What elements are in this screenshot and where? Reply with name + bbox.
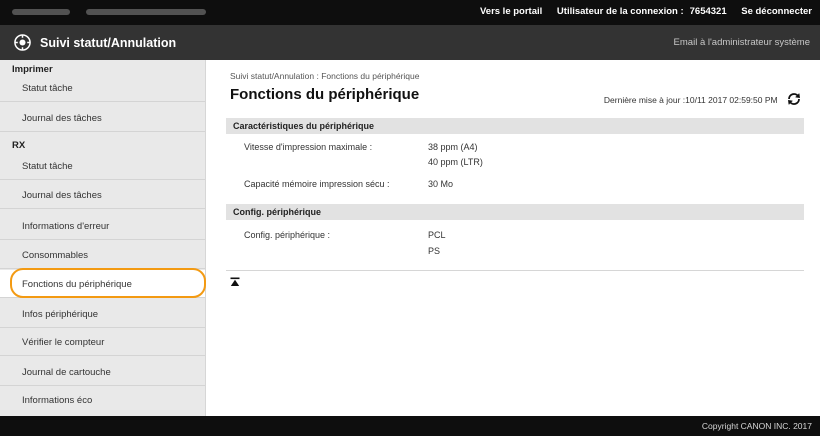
sidebar: Imprimer Statut tâche Journal des tâches… bbox=[0, 60, 206, 416]
top-links: Vers le portail Utilisateur de la connex… bbox=[468, 6, 812, 17]
sidebar-item-device-info[interactable]: Infos périphérique bbox=[0, 300, 205, 328]
section-device-characteristics: Caractéristiques du périphérique bbox=[226, 118, 804, 134]
max-print-speed-a4: 38 ppm (A4) bbox=[428, 142, 478, 152]
page-header-title: Suivi statut/Annulation bbox=[40, 36, 177, 50]
last-update-text: Dernière mise à jour :10/11 2017 02:59:5… bbox=[603, 95, 778, 105]
sidebar-heading-rx: RX bbox=[12, 140, 26, 151]
status-monitor-icon bbox=[14, 34, 31, 51]
divider bbox=[226, 270, 804, 271]
section-heading: Caractéristiques du périphérique bbox=[233, 121, 375, 131]
device-config-label: Config. périphérique : bbox=[244, 230, 331, 240]
email-admin-link[interactable]: Email à l'administrateur système bbox=[674, 37, 810, 48]
sidebar-item-label: Journal de cartouche bbox=[22, 367, 111, 378]
copyright: Copyright CANON INC. 2017 bbox=[701, 421, 812, 431]
blurred-logo bbox=[12, 9, 70, 15]
breadcrumb: Suivi statut/Annulation : Fonctions du p… bbox=[230, 71, 420, 81]
sidebar-item-label: Journal des tâches bbox=[22, 113, 102, 124]
secure-print-memory-label: Capacité mémoire impression sécu : bbox=[244, 179, 390, 189]
sidebar-item-error-info[interactable]: Informations d'erreur bbox=[0, 212, 205, 240]
device-config-pcl: PCL bbox=[428, 230, 446, 240]
sidebar-item-rx-job-log[interactable]: Journal des tâches bbox=[0, 181, 205, 209]
sidebar-item-check-counter[interactable]: Vérifier le compteur bbox=[0, 328, 205, 356]
sidebar-item-rx-job-status[interactable]: Statut tâche bbox=[0, 152, 205, 180]
sidebar-item-print-job-log[interactable]: Journal des tâches bbox=[0, 104, 205, 132]
sidebar-item-cartridge-log[interactable]: Journal de cartouche bbox=[0, 358, 205, 386]
max-print-speed-ltr: 40 ppm (LTR) bbox=[428, 157, 483, 167]
sidebar-item-print-job-status[interactable]: Statut tâche bbox=[0, 74, 205, 102]
section-device-config: Config. périphérique bbox=[226, 204, 804, 220]
sidebar-item-label: Informations éco bbox=[22, 395, 93, 406]
login-user-label: Utilisateur de la connexion : bbox=[556, 6, 684, 17]
logout-link[interactable]: Se déconnecter bbox=[741, 6, 812, 17]
sidebar-item-label: Vérifier le compteur bbox=[22, 337, 105, 348]
secure-print-memory-value: 30 Mo bbox=[428, 179, 454, 189]
page-title: Fonctions du périphérique bbox=[230, 86, 420, 103]
sidebar-item-eco-info[interactable]: Informations éco bbox=[0, 386, 205, 414]
main-content: Suivi statut/Annulation : Fonctions du p… bbox=[206, 60, 820, 416]
back-to-top-icon[interactable] bbox=[230, 277, 240, 287]
last-update: Dernière mise à jour :10/11 2017 02:59:5… bbox=[604, 93, 802, 105]
sidebar-item-label: Infos périphérique bbox=[22, 309, 99, 320]
max-print-speed-label: Vitesse d'impression maximale : bbox=[244, 142, 373, 152]
portal-link[interactable]: Vers le portail bbox=[480, 6, 542, 17]
sidebar-item-label: Informations d'erreur bbox=[22, 221, 110, 232]
sidebar-item-consumables[interactable]: Consommables bbox=[0, 241, 205, 269]
blurred-product-name bbox=[86, 9, 206, 15]
sidebar-item-label: Statut tâche bbox=[22, 83, 73, 94]
footer: Copyright CANON INC. 2017 bbox=[0, 416, 820, 436]
sidebar-item-label: Journal des tâches bbox=[22, 190, 102, 201]
refresh-icon[interactable] bbox=[786, 93, 802, 105]
title-bar: Suivi statut/Annulation Email à l'admini… bbox=[0, 25, 820, 60]
sidebar-item-label: Consommables bbox=[22, 250, 88, 261]
section-heading: Config. périphérique bbox=[233, 207, 322, 217]
device-config-ps: PS bbox=[428, 246, 441, 256]
top-bar: Vers le portail Utilisateur de la connex… bbox=[0, 0, 820, 25]
selected-item-highlight bbox=[10, 268, 206, 298]
login-user-id: 7654321 bbox=[689, 6, 727, 17]
sidebar-item-label: Statut tâche bbox=[22, 161, 73, 172]
